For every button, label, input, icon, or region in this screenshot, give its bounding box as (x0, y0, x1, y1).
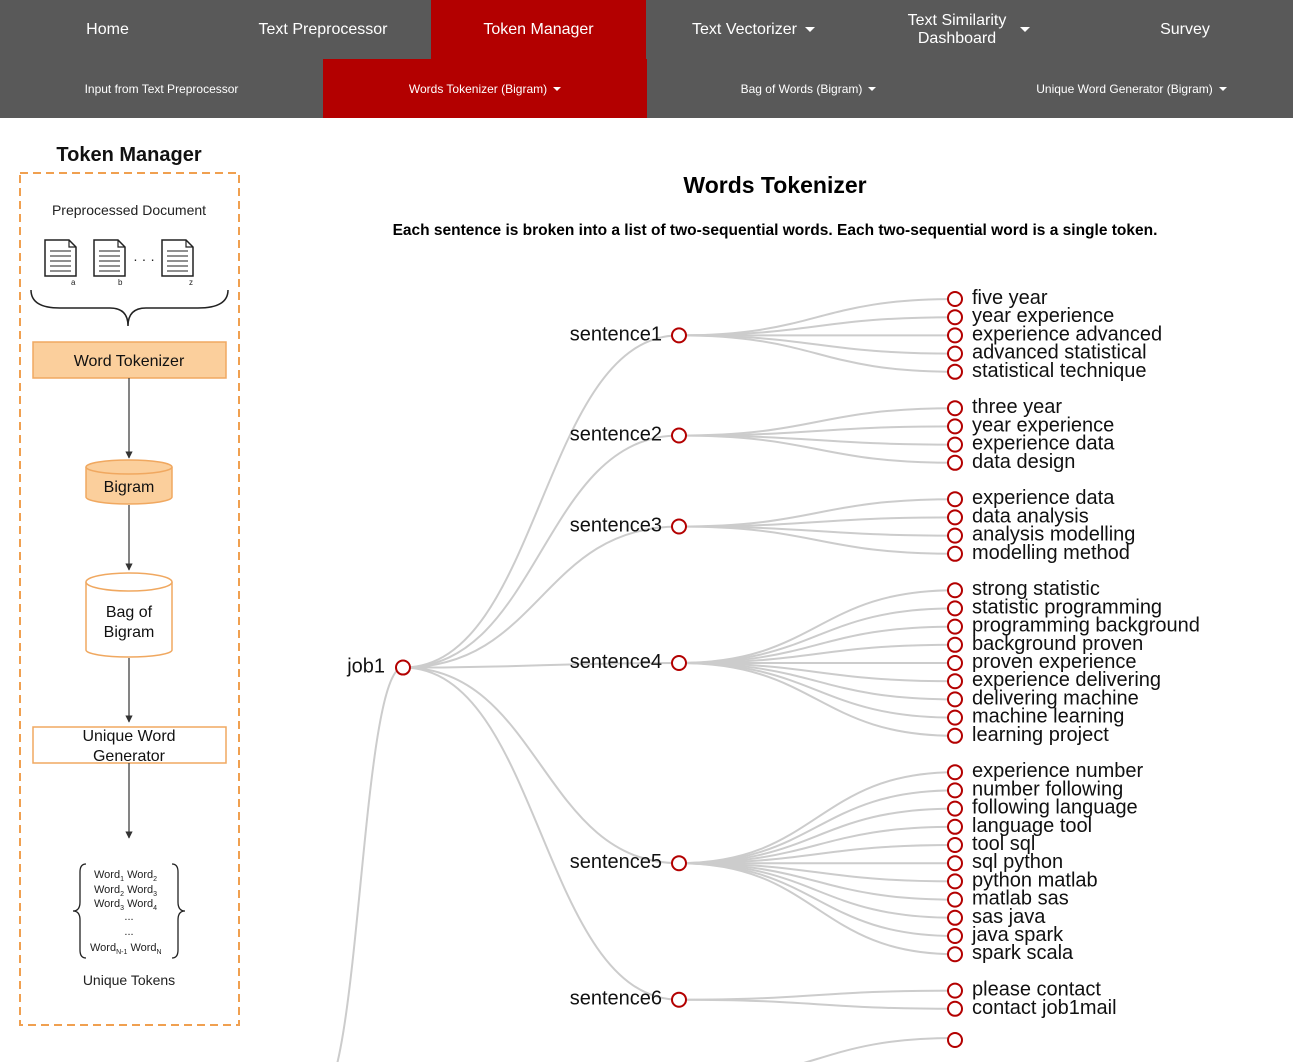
tree-node-token[interactable] (947, 545, 963, 562)
tree-node-sentence[interactable] (671, 855, 687, 872)
sentence-label: sentence4 (570, 651, 662, 673)
tree-node-token[interactable] (947, 837, 963, 853)
tree-link (678, 589, 956, 664)
sentence-label: sentence6 (570, 988, 662, 1010)
tree-node-token[interactable] (947, 818, 963, 835)
tree-node-token[interactable] (947, 655, 963, 671)
tree-node-token[interactable] (947, 454, 963, 471)
tree-node-token[interactable] (947, 691, 963, 708)
tree-node-sentence[interactable] (671, 427, 687, 444)
tree-node-token[interactable] (947, 600, 963, 617)
tree-link (678, 771, 956, 865)
tree-node-token[interactable] (947, 928, 963, 944)
tree-node-token[interactable] (947, 673, 963, 690)
tree-link (678, 425, 956, 437)
tree-node-token[interactable] (947, 782, 963, 799)
tree-link (402, 666, 680, 1001)
tree-link (678, 662, 956, 737)
tree-node-token[interactable] (947, 400, 963, 417)
tree-node-token[interactable] (947, 491, 963, 508)
token-label: modelling method (972, 542, 1130, 564)
tree-node-root[interactable] (395, 659, 411, 676)
tree-link (402, 525, 680, 669)
tree-node-sentence[interactable] (671, 518, 687, 535)
tree-node-token[interactable] (947, 291, 963, 307)
tree-node-token[interactable] (947, 436, 963, 453)
tree-node-token[interactable] (947, 727, 963, 744)
tree-node-token[interactable] (947, 909, 963, 926)
token-label: learning project (972, 724, 1109, 746)
tree-node-token[interactable] (947, 418, 963, 435)
tree-node-token[interactable] (947, 327, 963, 344)
tree-node-token[interactable] (947, 709, 963, 726)
tree-link (336, 666, 404, 1062)
root-label: job1 (346, 656, 385, 678)
tree-node-sentence[interactable] (671, 327, 687, 344)
tree-link (678, 516, 956, 528)
bigram-token-tree: job1sentence1five yearyear experienceexp… (336, 287, 1200, 1062)
tree-node-token[interactable] (947, 1000, 963, 1017)
tree-link (678, 334, 956, 355)
tree-link (678, 862, 956, 937)
tree-link (678, 989, 956, 1001)
tree-node-token[interactable] (947, 764, 963, 781)
tree-node-token[interactable] (947, 363, 963, 380)
tree-link (678, 316, 956, 337)
tree-node-sentence[interactable] (671, 655, 687, 671)
tree-node-token[interactable] (947, 309, 963, 326)
tree-node-token[interactable] (947, 509, 963, 526)
sentence-label: sentence3 (570, 515, 662, 537)
tree-node[interactable] (947, 1032, 963, 1048)
tree-node-token[interactable] (947, 345, 963, 362)
tree-node-token[interactable] (947, 855, 963, 872)
tree-link (402, 334, 680, 669)
tree-node-sentence[interactable] (671, 991, 687, 1008)
tree-node-token[interactable] (947, 946, 963, 963)
tree-node-token[interactable] (947, 982, 963, 999)
sentence-label: sentence5 (570, 851, 662, 873)
tree-node-token[interactable] (947, 891, 963, 908)
tree-link (402, 434, 680, 669)
tree-link (678, 862, 956, 956)
tree-node-token[interactable] (947, 873, 963, 890)
tree-node-token[interactable] (947, 582, 963, 599)
tree-node-token[interactable] (947, 636, 963, 653)
tree-link (678, 789, 956, 865)
token-label: contact job1mail (972, 997, 1117, 1019)
sentence-label: sentence1 (570, 323, 662, 345)
token-label: spark scala (972, 942, 1074, 964)
token-label: data design (972, 451, 1075, 473)
tree-node-token[interactable] (947, 800, 963, 817)
tree-node-token[interactable] (947, 618, 963, 635)
token-label: statistical technique (972, 360, 1147, 382)
tree-node-token[interactable] (947, 527, 963, 544)
sentence-label: sentence2 (570, 424, 662, 446)
tree-link (678, 998, 956, 1010)
tree-link (803, 1037, 956, 1062)
